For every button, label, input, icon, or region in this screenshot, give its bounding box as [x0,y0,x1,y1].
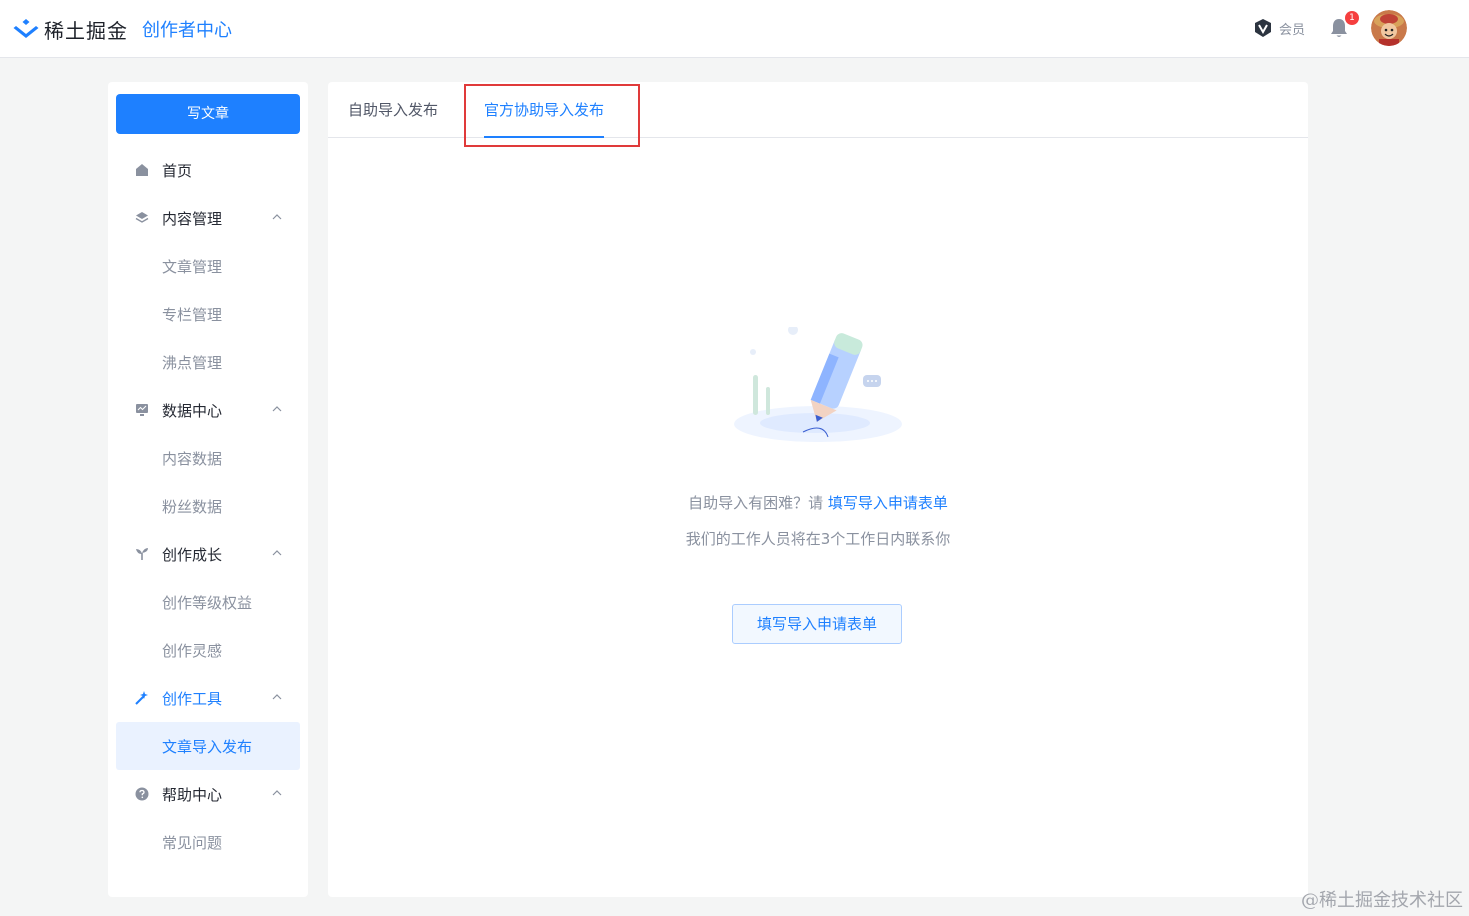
logo-text: 稀土掘金 [44,18,128,43]
sidebar-subitem-articles[interactable]: 文章管理 [108,242,308,290]
question-circle-icon [134,786,150,802]
sidebar-item-label: 创作成长 [162,545,223,564]
sidebar-subitem-level[interactable]: 创作等级权益 [108,578,308,626]
notification-bell[interactable]: 1 [1327,11,1359,40]
sidebar-item-content[interactable]: 内容管理 [108,194,308,242]
chevron-up-icon[interactable] [272,548,282,558]
sidebar-subitem-content-data[interactable]: 内容数据 [108,434,308,482]
tab-official-import[interactable]: 官方协助导入发布 [484,82,605,138]
sidebar-subitem-columns[interactable]: 专栏管理 [108,290,308,338]
top-header: 稀土掘金 创作者中心 会员 1 [0,0,1469,58]
sidebar-item-home[interactable]: 首页 [108,146,308,194]
header-actions: 会员 1 [1253,8,1407,48]
write-article-button[interactable]: 写文章 [116,94,300,134]
sidebar-item-label: 数据中心 [162,401,223,420]
sidebar-item-help[interactable]: 帮助中心 [108,770,308,818]
notification-badge: 1 [1345,11,1359,25]
home-icon [134,162,150,178]
juejin-logo-icon [13,19,39,38]
sidebar-subitem-fans-data[interactable]: 粉丝数据 [108,482,308,530]
contact-note: 我们的工作人员将在3个工作日内联系你 [685,530,951,548]
vip-entry[interactable]: 会员 [1253,18,1305,38]
chevron-up-icon[interactable] [272,788,282,798]
pencil-illustration [734,327,902,442]
sidebar-subitem-pins[interactable]: 沸点管理 [108,338,308,386]
sidebar-subitem-article-import[interactable]: 文章导入发布 [116,722,300,770]
chevron-up-icon[interactable] [272,404,282,414]
sidebar-item-label: 创作工具 [162,689,223,708]
chart-monitor-icon [134,402,150,418]
sidebar-subitem-faq[interactable]: 常见问题 [108,818,308,866]
chevron-up-icon[interactable] [272,692,282,702]
main-panel: 自助导入发布 官方协助导入发布 自助导入有困难？请 填写导入申请表单 我们的工作… [328,82,1308,897]
logo[interactable]: 稀土掘金 创作者中心 [12,15,232,43]
sidebar-item-growth[interactable]: 创作成长 [108,530,308,578]
sidebar-item-label: 帮助中心 [162,785,223,804]
tab-self-import[interactable]: 自助导入发布 [348,82,438,138]
hint-text: 自助导入有困难？请 [688,494,828,512]
import-tabs: 自助导入发布 官方协助导入发布 [328,82,1308,138]
watermark: @稀土掘金技术社区 [1301,890,1463,911]
apply-form-link[interactable]: 填写导入申请表单 [828,494,948,512]
vip-label: 会员 [1278,22,1305,38]
avatar-image [1371,10,1407,46]
layers-icon [134,210,150,226]
sidebar-subitem-inspire[interactable]: 创作灵感 [108,626,308,674]
fill-apply-form-button[interactable]: 填写导入申请表单 [732,604,902,644]
vip-badge-icon [1254,19,1271,37]
sidebar-item-data[interactable]: 数据中心 [108,386,308,434]
sidebar-item-label: 内容管理 [162,209,223,228]
sidebar-menu: 首页 内容管理 文章管理 专栏管理 沸点管理 数据中心 内容数据 粉丝数据 创作… [108,146,308,866]
creator-center-title[interactable]: 创作者中心 [142,16,232,42]
sprout-icon [134,546,150,562]
sidebar-item-label: 首页 [162,161,193,180]
help-hint: 自助导入有困难？请 填写导入申请表单 [328,492,1308,513]
magic-wand-icon [134,690,150,706]
sidebar: 写文章 首页 内容管理 文章管理 专栏管理 沸点管理 数据中心 内容数据 粉丝数… [108,82,308,897]
chevron-up-icon[interactable] [272,212,282,222]
user-avatar[interactable] [1371,10,1407,46]
sidebar-item-tools[interactable]: 创作工具 [108,674,308,722]
